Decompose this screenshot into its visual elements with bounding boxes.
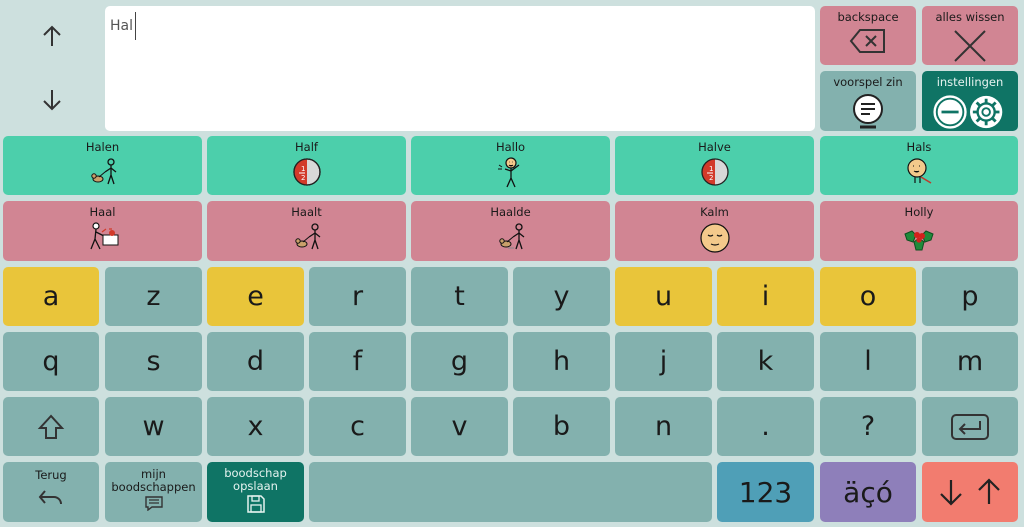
text-caret xyxy=(135,12,136,40)
half-circle-icon: 12 xyxy=(292,158,321,186)
my-messages-label: mijn boodschappen xyxy=(111,467,196,494)
save-message-button[interactable]: boodschap opslaan xyxy=(207,462,304,522)
space-bar[interactable] xyxy=(309,462,712,522)
suggestion-label: Haalt xyxy=(291,205,322,219)
back-button[interactable]: Terug xyxy=(3,462,99,522)
key-x[interactable]: x xyxy=(207,397,304,456)
person-dog-icon xyxy=(294,223,320,250)
person-fetch-icon xyxy=(89,222,118,250)
key-g[interactable]: g xyxy=(411,332,508,391)
person-dog-icon xyxy=(90,158,116,185)
save-message-label: boodschap opslaan xyxy=(224,466,287,493)
key-j[interactable]: j xyxy=(615,332,712,391)
key-u[interactable]: u xyxy=(615,267,712,326)
suggestion-hals[interactable]: Hals xyxy=(820,136,1018,195)
key-t[interactable]: t xyxy=(411,267,508,326)
undo-icon xyxy=(38,490,62,505)
settings-button[interactable]: instellingen xyxy=(922,71,1018,131)
enter-icon xyxy=(951,413,989,440)
suggestion-haalde[interactable]: Haalde xyxy=(411,201,610,261)
key-n[interactable]: n xyxy=(615,397,712,456)
shift-icon xyxy=(37,414,65,439)
half-circle-icon: 12 xyxy=(700,158,729,186)
key-b[interactable]: b xyxy=(513,397,610,456)
numbers-button[interactable]: 123 xyxy=(717,462,814,522)
suggestion-holly[interactable]: Holly xyxy=(820,201,1018,261)
message-list-icon xyxy=(144,496,163,511)
clear-all-label: alles wissen xyxy=(935,10,1005,24)
accents-button[interactable]: äçó xyxy=(820,462,916,522)
suggestion-label: Haalde xyxy=(490,205,531,219)
message-text-area[interactable]: Hal xyxy=(105,6,815,131)
suggestion-label: Halen xyxy=(85,140,120,154)
backspace-icon xyxy=(849,29,885,53)
suggestion-label: Hallo xyxy=(495,140,526,154)
backspace-button[interactable]: backspace xyxy=(820,6,916,65)
suggestion-label: Half xyxy=(295,140,318,154)
settings-label: instellingen xyxy=(936,75,1004,89)
arrow-up-icon xyxy=(43,25,61,46)
key-e[interactable]: e xyxy=(207,267,304,326)
waving-person-icon xyxy=(497,157,519,188)
key-y[interactable]: y xyxy=(513,267,610,326)
predict-sentence-label: voorspel zin xyxy=(833,75,903,89)
key-l[interactable]: l xyxy=(820,332,916,391)
predict-sentence-button[interactable]: voorspel zin xyxy=(820,71,916,131)
key-f[interactable]: f xyxy=(309,332,406,391)
key-question-mark[interactable]: ? xyxy=(820,397,916,456)
suggestion-haal[interactable]: Haal xyxy=(3,201,202,261)
backspace-label: backspace xyxy=(837,10,899,24)
close-icon xyxy=(954,30,986,62)
suggestion-haalt[interactable]: Haalt xyxy=(207,201,406,261)
scroll-rows-button[interactable] xyxy=(922,462,1018,522)
suggestion-label: Kalm xyxy=(700,205,729,219)
key-w[interactable]: w xyxy=(105,397,202,456)
key-k[interactable]: k xyxy=(717,332,814,391)
svg-text:1: 1 xyxy=(709,165,713,173)
suggestion-halve[interactable]: Halve 12 xyxy=(615,136,814,195)
holly-icon xyxy=(904,230,934,251)
person-dog-icon xyxy=(498,223,524,250)
svg-text:1: 1 xyxy=(301,165,305,173)
calm-face-icon xyxy=(699,223,730,253)
key-c[interactable]: c xyxy=(309,397,406,456)
suggestion-kalm[interactable]: Kalm xyxy=(615,201,814,261)
key-i[interactable]: i xyxy=(717,267,814,326)
key-d[interactable]: d xyxy=(207,332,304,391)
key-period[interactable]: . xyxy=(717,397,814,456)
settings-icon xyxy=(933,95,1003,129)
key-p[interactable]: p xyxy=(922,267,1018,326)
svg-text:2: 2 xyxy=(709,174,713,182)
key-s[interactable]: s xyxy=(105,332,202,391)
suggestion-half[interactable]: Half 12 xyxy=(207,136,406,195)
suggestion-label: Halve xyxy=(698,140,731,154)
suggestion-hallo[interactable]: Hallo xyxy=(411,136,610,195)
scroll-up-button[interactable] xyxy=(30,18,74,54)
my-messages-button[interactable]: mijn boodschappen xyxy=(105,462,202,522)
key-z[interactable]: z xyxy=(105,267,202,326)
key-r[interactable]: r xyxy=(309,267,406,326)
floppy-disk-icon xyxy=(246,495,265,513)
scroll-down-button[interactable] xyxy=(30,82,74,118)
key-o[interactable]: o xyxy=(820,267,916,326)
key-q[interactable]: q xyxy=(3,332,99,391)
neck-icon xyxy=(907,158,932,184)
svg-text:2: 2 xyxy=(301,174,305,182)
suggestion-label: Haal xyxy=(89,205,116,219)
key-m[interactable]: m xyxy=(922,332,1018,391)
back-label: Terug xyxy=(35,468,67,482)
arrow-down-up-icon xyxy=(940,478,1000,506)
suggestion-label: Hals xyxy=(906,140,932,154)
key-h[interactable]: h xyxy=(513,332,610,391)
message-text: Hal xyxy=(110,18,133,34)
clear-all-button[interactable]: alles wissen xyxy=(922,6,1018,65)
arrow-down-icon xyxy=(43,90,61,111)
key-a[interactable]: a xyxy=(3,267,99,326)
suggestion-label: Holly xyxy=(904,205,934,219)
suggestion-halen[interactable]: Halen xyxy=(3,136,202,195)
key-v[interactable]: v xyxy=(411,397,508,456)
shift-key[interactable] xyxy=(3,397,99,456)
crystal-ball-icon xyxy=(853,94,883,129)
enter-key[interactable] xyxy=(922,397,1018,456)
